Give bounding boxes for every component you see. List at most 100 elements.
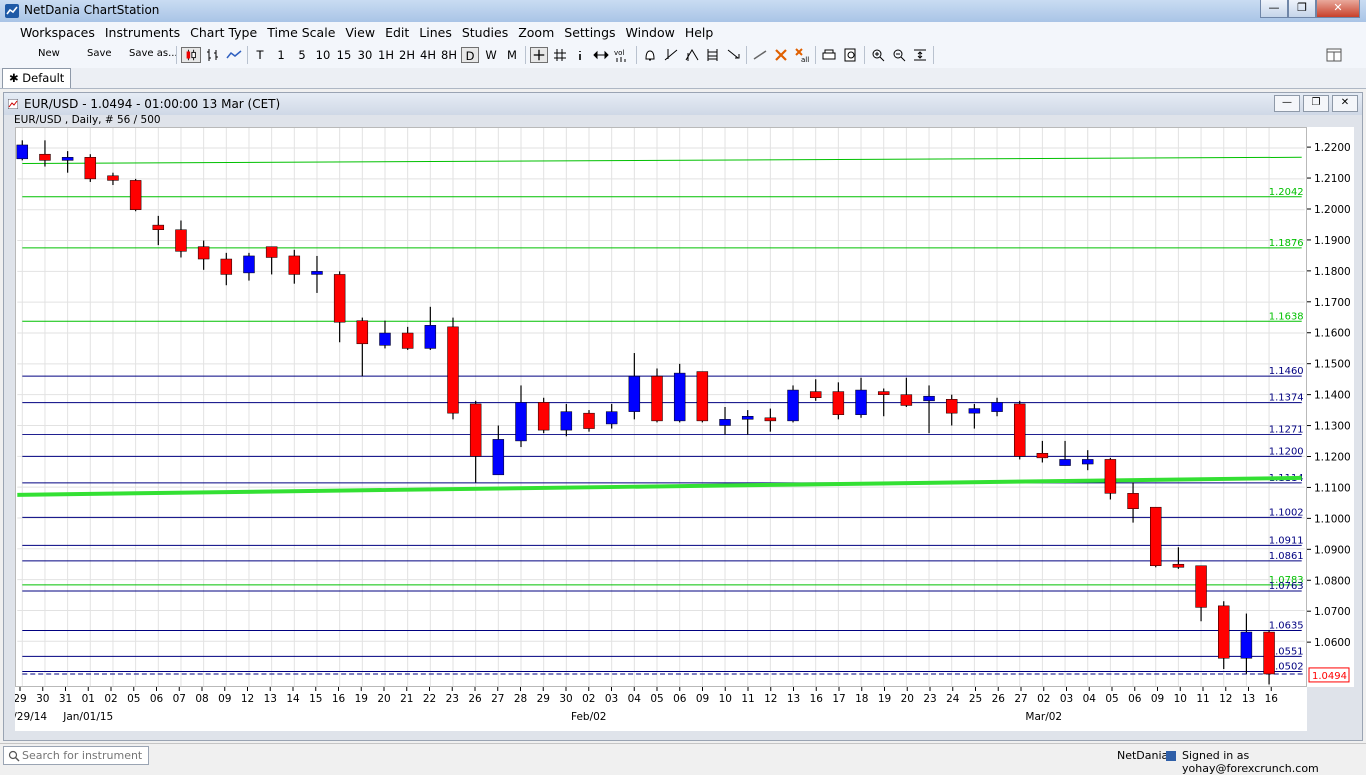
last-price-label: 1.0494 (1312, 671, 1347, 682)
timescale-monthly[interactable]: M (503, 47, 521, 63)
timescale-1min[interactable]: 1 (274, 47, 288, 63)
price-axis: 1.2200 1.2100 1.2000 1.1900 1.1800 1.1700 1.16… (1307, 127, 1354, 687)
timescale-10min[interactable]: 10 (313, 47, 333, 63)
timescale-15min[interactable]: 15 (334, 47, 354, 63)
x-tick-label: 12 (241, 693, 254, 705)
candle-body (1218, 605, 1230, 659)
timescale-5min[interactable]: 5 (295, 47, 309, 63)
x-tick-label: 20 (901, 693, 914, 705)
y-tick-label: 1.0600 (1314, 637, 1351, 649)
x-tick-label: 19 (878, 693, 891, 705)
menu-studies[interactable]: Studies (462, 25, 508, 40)
menu-help[interactable]: Help (685, 25, 714, 40)
price-chart[interactable]: 1.2042 1.1876 1.1638 1.1460 1.1374 1.1271 1.12… (15, 127, 1307, 687)
menu-instruments[interactable]: Instruments (105, 25, 180, 40)
candle-body (991, 402, 1003, 412)
bar-chart-icon[interactable] (204, 47, 222, 63)
line-chart-icon[interactable] (225, 47, 243, 63)
timescale-8h[interactable]: 8H (439, 47, 459, 63)
candle-body (311, 271, 323, 275)
crosshair-icon[interactable] (530, 47, 548, 63)
timescale-daily[interactable]: D (461, 47, 479, 63)
x-tick-label: 13 (1242, 693, 1255, 705)
toolbar-separator (933, 46, 934, 64)
timescale-30min[interactable]: 30 (355, 47, 375, 63)
menu-view[interactable]: View (345, 25, 375, 40)
timescale-4h[interactable]: 4H (418, 47, 438, 63)
print-preview-icon[interactable] (842, 47, 860, 63)
level-label: 1.1876 (1269, 238, 1304, 249)
fibonacci-icon[interactable] (704, 47, 722, 63)
delete-icon[interactable] (772, 47, 790, 63)
new-button[interactable]: New (38, 48, 60, 59)
x-tick-label: 13 (787, 693, 800, 705)
info-icon[interactable] (572, 47, 588, 63)
netdania-logo-icon (5, 4, 19, 18)
candle-body (628, 375, 641, 412)
zoom-out-icon[interactable] (890, 47, 908, 63)
x-tick-label: 08 (195, 693, 208, 705)
x-tick-label: 31 (59, 693, 72, 705)
trend-line-icon[interactable] (662, 47, 680, 63)
arrow-tool-icon[interactable] (725, 47, 743, 63)
level-label: 1.0911 (1269, 535, 1304, 546)
menu-workspaces[interactable]: Workspaces (20, 25, 95, 40)
timescale-2h[interactable]: 2H (397, 47, 417, 63)
menu-time-scale[interactable]: Time Scale (267, 25, 335, 40)
minimize-button[interactable]: — (1260, 0, 1288, 18)
x-tick-label: 02 (582, 693, 595, 705)
timescale-1h[interactable]: 1H (376, 47, 396, 63)
tab-default[interactable]: ✱ Default (2, 68, 72, 88)
layout-icon[interactable] (1324, 47, 1344, 63)
save-as-button[interactable]: Save as... (129, 48, 178, 59)
chart-maximize-button[interactable]: ❐ (1303, 95, 1329, 112)
x-tick-label: 10 (719, 693, 732, 705)
menu-lines[interactable]: Lines (419, 25, 452, 40)
instrument-search[interactable] (3, 746, 149, 765)
x-tick-label: 06 (150, 693, 164, 705)
chart-window-titlebar[interactable]: EUR/USD - 1.0494 - 01:00:00 13 Mar (CET)… (4, 93, 1362, 115)
menu-edit[interactable]: Edit (385, 25, 409, 40)
candle-chart-icon[interactable] (181, 47, 201, 63)
line-tool-icon[interactable] (751, 47, 769, 63)
print-icon[interactable] (820, 47, 838, 63)
candle-body (333, 274, 346, 323)
timescale-weekly[interactable]: W (482, 47, 500, 63)
volume-icon[interactable]: vol (613, 47, 631, 63)
menu-settings[interactable]: Settings (564, 25, 615, 40)
chart-close-button[interactable]: ✕ (1332, 95, 1358, 112)
chart-minimize-button[interactable]: — (1274, 95, 1300, 112)
search-input[interactable] (22, 747, 146, 764)
candle-body (1081, 459, 1094, 465)
x-tick-label: 16 (332, 693, 346, 705)
x-tick-label: 17 (832, 693, 845, 705)
delete-all-icon[interactable]: all (793, 47, 811, 63)
candle-body (923, 395, 935, 402)
x-tick-label: 23 (923, 693, 936, 705)
toolbar-separator (864, 46, 865, 64)
zoom-fit-icon[interactable] (911, 47, 929, 63)
grid-icon[interactable] (551, 47, 569, 63)
candle-body (560, 411, 573, 431)
x-tick-label: 11 (1196, 693, 1209, 705)
alarm-icon[interactable] (641, 47, 659, 63)
maximize-button[interactable]: ❐ (1288, 0, 1316, 18)
x-tick-label: 12 (764, 693, 777, 705)
save-button[interactable]: Save (87, 48, 112, 59)
timescale-tick[interactable]: T (253, 47, 267, 63)
candle-body (61, 157, 74, 161)
x-tick-label: 09 (696, 693, 709, 705)
arrows-icon[interactable] (592, 47, 610, 63)
x-tick-label: 21 (400, 693, 413, 705)
zoom-in-icon[interactable] (869, 47, 887, 63)
y-tick-label: 1.0700 (1314, 606, 1351, 618)
x-tick-label: 12 (1219, 693, 1232, 705)
menu-window[interactable]: Window (626, 25, 675, 40)
window-title: NetDania ChartStation (24, 3, 160, 17)
brand-label: NetDania (1117, 749, 1169, 762)
y-tick-label: 1.0900 (1314, 544, 1351, 556)
menu-chart-type[interactable]: Chart Type (190, 25, 257, 40)
menu-zoom[interactable]: Zoom (518, 25, 554, 40)
close-button[interactable]: ✕ (1316, 0, 1360, 18)
channel-icon[interactable] (683, 47, 701, 63)
